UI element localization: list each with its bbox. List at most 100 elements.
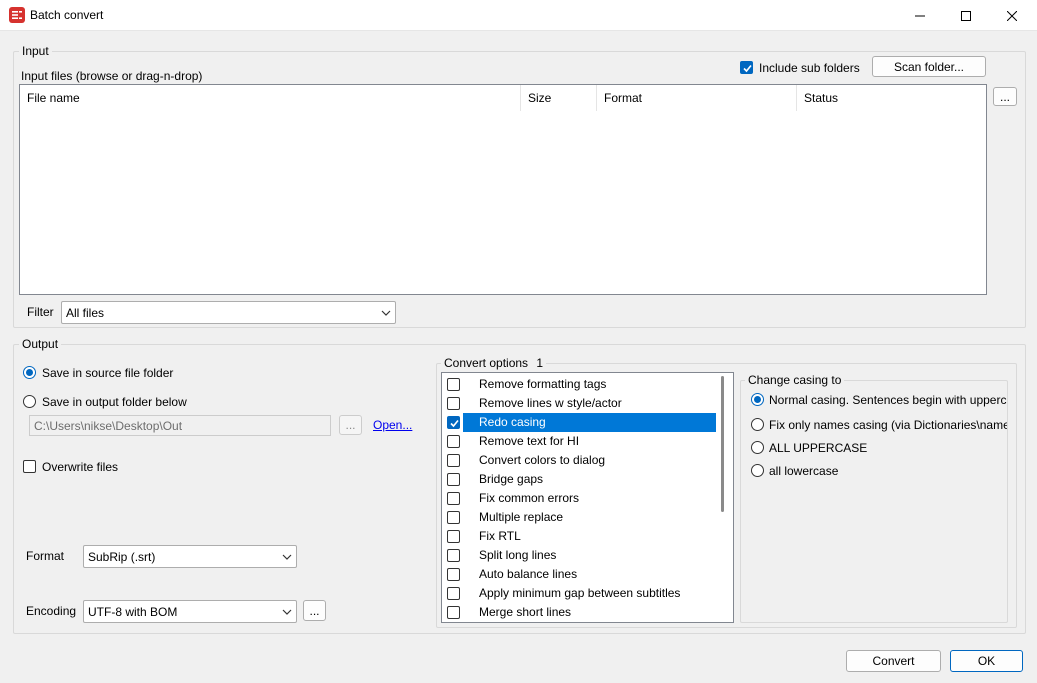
- casing-uppercase-label: ALL UPPERCASE: [769, 441, 868, 455]
- browse-files-button[interactable]: ...: [993, 87, 1017, 106]
- casing-names-only-radio[interactable]: [751, 418, 764, 431]
- column-header-status[interactable]: Status: [797, 85, 986, 111]
- option-split-long-lines[interactable]: Split long lines: [442, 546, 717, 565]
- option-multiple-replace[interactable]: Multiple replace: [442, 508, 717, 527]
- convert-options-list[interactable]: Remove formatting tags Remove lines w st…: [441, 372, 734, 623]
- option-remove-text-for-hi[interactable]: Remove text for HI: [442, 432, 717, 451]
- change-casing-group: Normal casing. Sentences begin with uppe…: [740, 380, 1008, 623]
- option-checkbox[interactable]: [447, 568, 460, 581]
- encoding-label: Encoding: [26, 604, 77, 618]
- output-folder-input[interactable]: C:\Users\nikse\Desktop\Out: [29, 415, 331, 436]
- convert-options-title: Convert options: [444, 356, 529, 370]
- option-label: Remove text for HI: [479, 434, 580, 448]
- option-label: Apply minimum gap between subtitles: [479, 586, 681, 600]
- option-bridge-gaps[interactable]: Bridge gaps: [442, 470, 717, 489]
- option-checkbox[interactable]: [447, 530, 460, 543]
- casing-names-only-label: Fix only names casing (via Dictionaries\…: [769, 418, 1008, 432]
- minimize-button[interactable]: [897, 0, 943, 31]
- option-label: Split long lines: [479, 548, 557, 562]
- casing-lowercase-label: all lowercase: [769, 464, 839, 478]
- option-label: Convert colors to dialog: [479, 453, 606, 467]
- option-checkbox[interactable]: [447, 435, 460, 448]
- title-bar: Batch convert: [0, 0, 1037, 31]
- column-header-format[interactable]: Format: [597, 85, 797, 111]
- browse-output-folder-button[interactable]: ...: [339, 415, 362, 435]
- save-output-label: Save in output folder below: [42, 395, 187, 409]
- scan-folder-button[interactable]: Scan folder...: [872, 56, 986, 77]
- include-subfolders-label: Include sub folders: [759, 61, 860, 75]
- option-checkbox[interactable]: [447, 549, 460, 562]
- convert-button[interactable]: Convert: [846, 650, 941, 672]
- encoding-value: UTF-8 with BOM: [88, 605, 178, 619]
- option-fix-common-errors[interactable]: Fix common errors: [442, 489, 717, 508]
- option-fix-rtl[interactable]: Fix RTL: [442, 527, 717, 546]
- overwrite-files-label: Overwrite files: [42, 460, 119, 474]
- option-checkbox[interactable]: [447, 606, 460, 619]
- option-label: Remove lines w style/actor: [479, 396, 622, 410]
- option-label: Remove formatting tags: [479, 377, 607, 391]
- option-checkbox[interactable]: [447, 492, 460, 505]
- save-source-radio[interactable]: [23, 366, 36, 379]
- save-output-radio[interactable]: [23, 395, 36, 408]
- option-checkbox[interactable]: [447, 397, 460, 410]
- filter-dropdown[interactable]: All files: [61, 301, 396, 324]
- option-checkbox[interactable]: [447, 473, 460, 486]
- column-header-size[interactable]: Size: [521, 85, 597, 111]
- ok-button[interactable]: OK: [950, 650, 1023, 672]
- save-source-label: Save in source file folder: [42, 366, 174, 380]
- app-logo-icon: [9, 7, 25, 23]
- option-label: Fix common errors: [479, 491, 580, 505]
- option-merge-short-lines[interactable]: Merge short lines: [442, 603, 717, 622]
- format-label: Format: [26, 549, 65, 563]
- option-label: Bridge gaps: [479, 472, 544, 486]
- change-casing-group-label: Change casing to: [745, 373, 845, 387]
- option-label: Merge short lines: [479, 605, 572, 619]
- convert-options-count: 1: [536, 356, 544, 370]
- include-subfolders-checkbox[interactable]: [740, 61, 753, 74]
- input-group-label: Input: [19, 44, 52, 58]
- maximize-button[interactable]: [943, 0, 989, 31]
- close-icon: [1007, 10, 1017, 21]
- option-remove-formatting-tags[interactable]: Remove formatting tags: [442, 375, 717, 394]
- options-scrollbar[interactable]: [721, 376, 724, 512]
- input-files-list[interactable]: File name Size Format Status: [19, 84, 987, 295]
- option-label: Fix RTL: [479, 529, 521, 543]
- checkmark-icon: [450, 419, 459, 428]
- chevron-down-icon: [282, 554, 292, 560]
- option-convert-colors-to-dialog[interactable]: Convert colors to dialog: [442, 451, 717, 470]
- option-label: Auto balance lines: [479, 567, 578, 581]
- output-group-label: Output: [19, 337, 62, 351]
- option-checkbox[interactable]: [447, 378, 460, 391]
- maximize-icon: [961, 10, 971, 21]
- encoding-more-button[interactable]: ...: [303, 600, 326, 621]
- option-redo-casing[interactable]: Redo casing: [442, 413, 717, 432]
- minimize-icon: [915, 15, 925, 16]
- casing-lowercase-radio[interactable]: [751, 464, 764, 477]
- casing-uppercase-radio[interactable]: [751, 441, 764, 454]
- option-checkbox[interactable]: [447, 511, 460, 524]
- chevron-down-icon: [381, 310, 391, 316]
- option-checkbox[interactable]: [447, 416, 460, 429]
- output-folder-value: C:\Users\nikse\Desktop\Out: [34, 419, 183, 433]
- filter-label: Filter: [27, 305, 54, 319]
- format-value: SubRip (.srt): [88, 550, 156, 564]
- option-checkbox[interactable]: [447, 587, 460, 600]
- filter-value: All files: [66, 306, 105, 320]
- casing-normal-label: Normal casing. Sentences begin with uppe…: [769, 393, 1007, 407]
- overwrite-files-checkbox[interactable]: [23, 460, 36, 473]
- option-checkbox[interactable]: [447, 454, 460, 467]
- encoding-dropdown[interactable]: UTF-8 with BOM: [83, 600, 297, 623]
- close-button[interactable]: [989, 0, 1035, 31]
- option-label: Multiple replace: [479, 510, 564, 524]
- chevron-down-icon: [282, 609, 292, 615]
- option-remove-lines-style-actor[interactable]: Remove lines w style/actor: [442, 394, 717, 413]
- casing-normal-radio[interactable]: [751, 393, 764, 406]
- input-files-label: Input files (browse or drag-n-drop): [21, 69, 203, 83]
- window-title: Batch convert: [30, 8, 104, 22]
- format-dropdown[interactable]: SubRip (.srt): [83, 545, 297, 568]
- open-folder-link[interactable]: Open...: [373, 418, 412, 432]
- option-apply-minimum-gap[interactable]: Apply minimum gap between subtitles: [442, 584, 717, 603]
- option-auto-balance-lines[interactable]: Auto balance lines: [442, 565, 717, 584]
- column-header-file-name[interactable]: File name: [20, 85, 521, 111]
- option-label: Redo casing: [463, 413, 716, 432]
